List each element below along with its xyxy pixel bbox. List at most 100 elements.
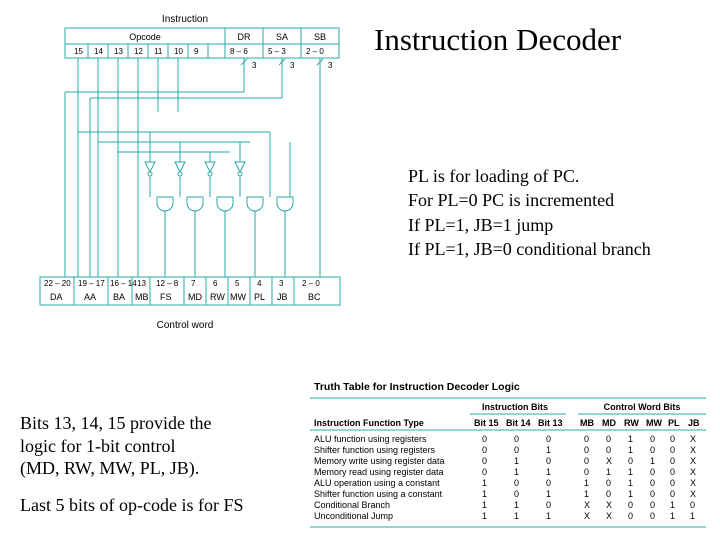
- bus-widths: 3 3 3: [241, 58, 333, 72]
- table-cell: 0: [584, 467, 589, 477]
- table-cell: 0: [606, 434, 611, 444]
- svg-text:MD: MD: [602, 418, 616, 428]
- note-line: Bits 13, 14, 15 provide the: [20, 412, 300, 435]
- table-cell: X: [584, 511, 590, 521]
- svg-text:RW: RW: [624, 418, 639, 428]
- table-cell: 0: [606, 489, 611, 499]
- table-cell: 0: [670, 489, 675, 499]
- table-cell: 1: [546, 445, 551, 455]
- svg-text:2 – 0: 2 – 0: [306, 47, 324, 56]
- svg-text:10: 10: [174, 47, 183, 56]
- table-cell: 0: [650, 434, 655, 444]
- table-cell: X: [606, 456, 612, 466]
- table-cell: 1: [514, 467, 519, 477]
- truth-table: Truth Table for Instruction Decoder Logi…: [310, 378, 710, 534]
- side-line: If PL=1, JB=0 conditional branch: [408, 237, 651, 261]
- svg-text:RW: RW: [210, 292, 225, 302]
- table-cell: 1: [546, 489, 551, 499]
- table-cell: X: [606, 511, 612, 521]
- svg-text:Bit 13: Bit 13: [538, 418, 563, 428]
- th-group: Instruction Bits: [482, 402, 548, 412]
- table-caption: Truth Table for Instruction Decoder Logi…: [314, 381, 520, 393]
- svg-text:3: 3: [290, 61, 295, 70]
- table-cell: 0: [584, 434, 589, 444]
- table-cell: 1: [628, 478, 633, 488]
- svg-text:MB: MB: [135, 292, 149, 302]
- decoder-diagram: Instruction Opcode DR SA SB 15 14 13 12 …: [30, 12, 350, 342]
- table-cell: 1: [628, 489, 633, 499]
- table-cell: 0: [482, 434, 487, 444]
- table-cell: 0: [670, 456, 675, 466]
- table-cell: 0: [584, 456, 589, 466]
- table-cell: 0: [584, 445, 589, 455]
- table-cell: X: [690, 478, 696, 488]
- note-line: (MD, RW, MW, PL, JB).: [20, 457, 300, 480]
- table-cell: 0: [650, 500, 655, 510]
- side-line: If PL=1, JB=1 jump: [408, 213, 651, 237]
- table-cell: Shifter function using registers: [314, 445, 436, 455]
- svg-text:3: 3: [252, 61, 257, 70]
- table-cell: ALU function using registers: [314, 434, 427, 444]
- table-cell: Memory write using register data: [314, 456, 445, 466]
- table-cell: 1: [670, 511, 675, 521]
- svg-text:5 – 3: 5 – 3: [268, 47, 286, 56]
- table-cell: X: [584, 500, 590, 510]
- svg-text:5: 5: [235, 279, 240, 288]
- table-cell: 0: [650, 478, 655, 488]
- svg-text:FS: FS: [160, 292, 172, 302]
- svg-text:DA: DA: [50, 292, 63, 302]
- svg-text:4: 4: [257, 279, 262, 288]
- table-cell: 1: [650, 456, 655, 466]
- svg-text:6: 6: [213, 279, 218, 288]
- table-cell: Unconditional Jump: [314, 511, 393, 521]
- svg-text:3: 3: [279, 279, 284, 288]
- svg-text:JB: JB: [688, 418, 700, 428]
- table-cell: 0: [482, 467, 487, 477]
- table-cell: 0: [670, 478, 675, 488]
- table-cell: 1: [628, 445, 633, 455]
- table-cell: Shifter function using a constant: [314, 489, 443, 499]
- svg-text:14: 14: [94, 47, 103, 56]
- svg-text:PL: PL: [668, 418, 680, 428]
- table-cell: X: [690, 467, 696, 477]
- svg-text:9: 9: [194, 47, 199, 56]
- table-cell: 1: [628, 467, 633, 477]
- field-dr: DR: [238, 32, 251, 42]
- table-cell: 0: [650, 511, 655, 521]
- side-line: For PL=0 PC is incremented: [408, 188, 651, 212]
- table-cell: Conditional Branch: [314, 500, 390, 510]
- side-notes: PL is for loading of PC. For PL=0 PC is …: [408, 164, 651, 261]
- inverters: [145, 162, 245, 176]
- table-cell: 0: [650, 445, 655, 455]
- table-cell: X: [690, 434, 696, 444]
- table-cell: 0: [650, 467, 655, 477]
- svg-text:AA: AA: [84, 292, 96, 302]
- table-cell: 1: [606, 467, 611, 477]
- wires: [65, 58, 320, 277]
- table-cell: 0: [606, 445, 611, 455]
- table-cell: 1: [482, 511, 487, 521]
- cw-field-labels: DA AA BA MB FS MD RW MW PL JB BC: [50, 292, 321, 302]
- cw-bit-labels: 22 – 20 19 – 17 16 – 14 13 12 – 8 7 6 5 …: [44, 279, 320, 288]
- th-group: Control Word Bits: [604, 402, 681, 412]
- page-title: Instruction Decoder: [374, 22, 621, 58]
- and-gates: [157, 197, 293, 211]
- table-body: ALU function using registers00000100XShi…: [314, 434, 696, 521]
- table-cell: 0: [670, 445, 675, 455]
- field-opcode: Opcode: [129, 32, 161, 42]
- table-cell: 0: [514, 434, 519, 444]
- diag-bottom-label: Control word: [157, 320, 214, 331]
- table-cell: 1: [670, 500, 675, 510]
- table-cell: 0: [690, 500, 695, 510]
- table-cell: X: [606, 500, 612, 510]
- svg-text:12 – 8: 12 – 8: [156, 279, 179, 288]
- top-bit-labels: 15 14 13 12 11 10 9 8 – 6 5 – 3 2 – 0: [74, 47, 324, 56]
- table-cell: 1: [584, 489, 589, 499]
- table-cell: 1: [514, 500, 519, 510]
- svg-text:MD: MD: [188, 292, 202, 302]
- table-cell: X: [690, 445, 696, 455]
- table-cell: 0: [670, 467, 675, 477]
- table-cell: 0: [482, 456, 487, 466]
- table-cell: 1: [482, 500, 487, 510]
- svg-text:16 – 14: 16 – 14: [110, 279, 137, 288]
